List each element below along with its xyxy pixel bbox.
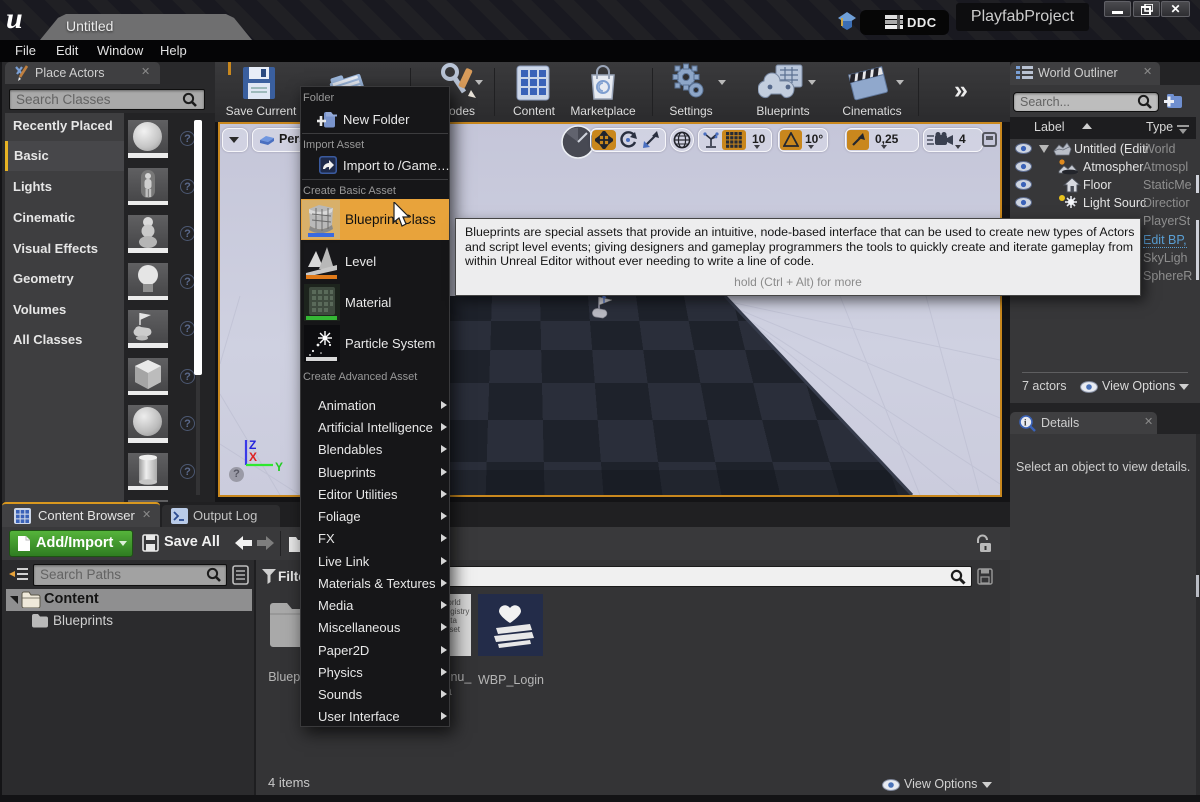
svg-text:X: X	[249, 450, 257, 464]
svg-text:Y: Y	[275, 460, 283, 474]
